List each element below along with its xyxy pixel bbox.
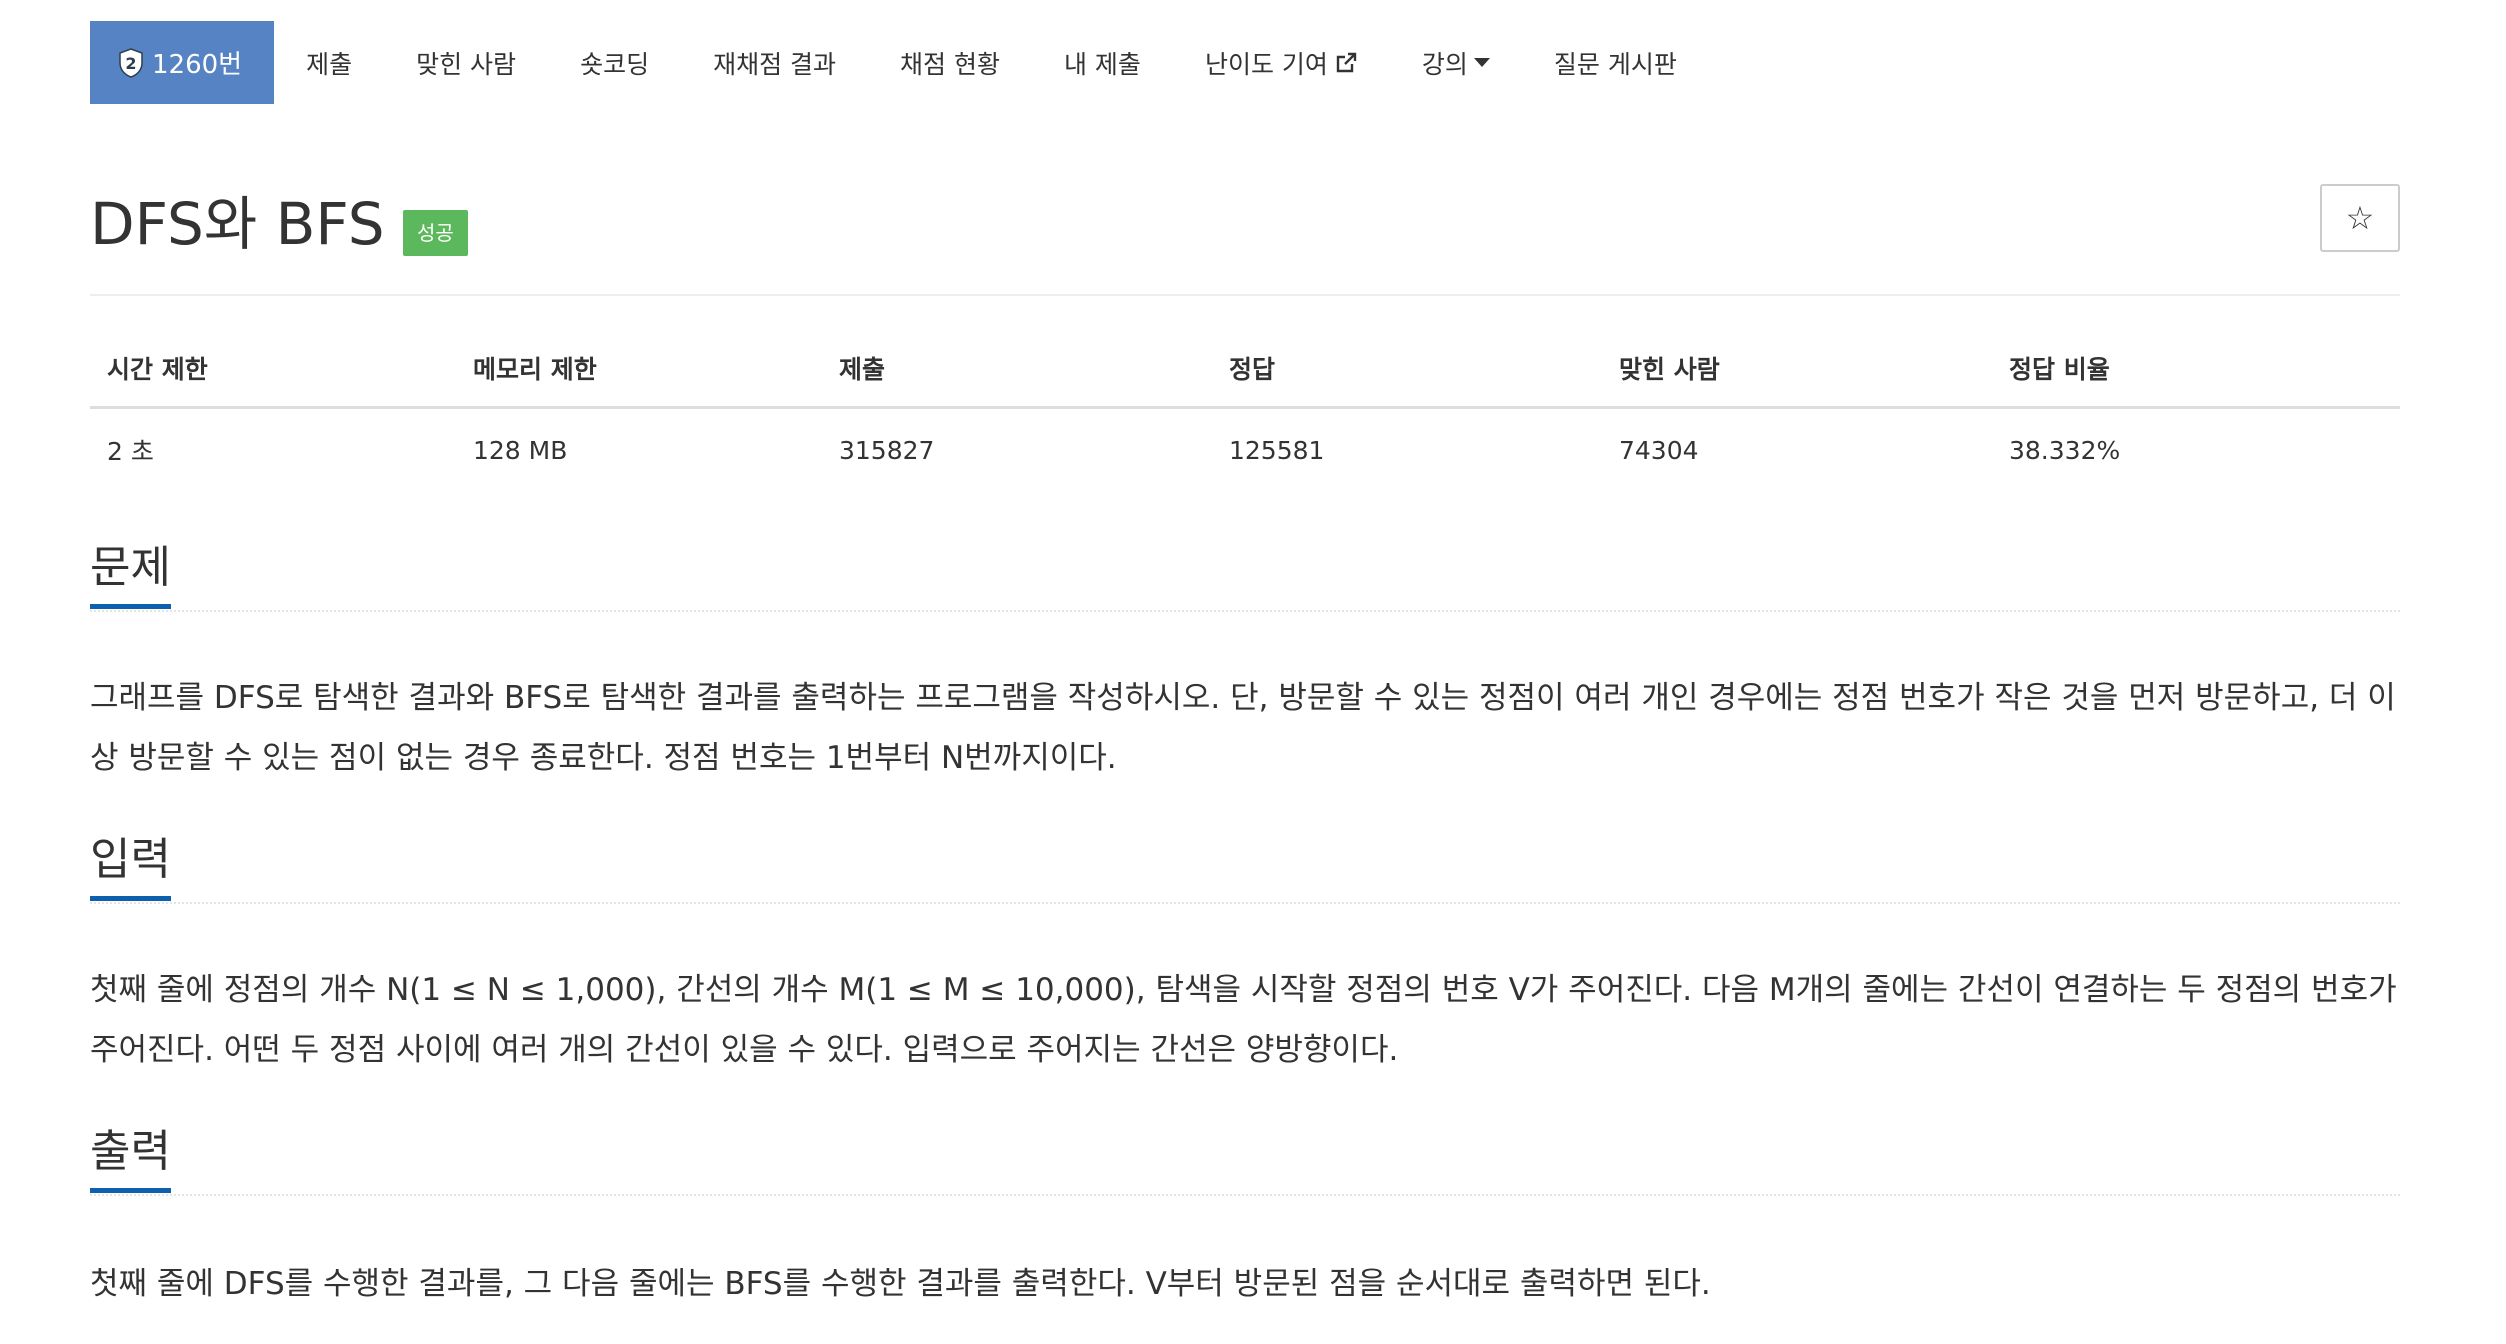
tab-submit[interactable]: 제출 [274,21,384,104]
value-memory-limit: 128 MB [473,435,568,465]
problem-menu: 2 1260번 제출 맞힌 사람 숏코딩 재채점 결과 채점 현황 내 제출 난… [90,21,2400,104]
tab-status[interactable]: 채점 현황 [868,21,1032,104]
page-title: DFS와 BFS [90,190,385,258]
problem-page: 2 1260번 제출 맞힌 사람 숏코딩 재채점 결과 채점 현황 내 제출 난… [0,0,2506,1344]
section-input-header: 입력 [90,830,2400,904]
tab-lecture-label: 강의 [1421,49,1468,79]
problem-info-table: 시간 제한 메모리 제한 제출 정답 맞힌 사람 정답 비율 2 초 128 M… [90,330,2400,491]
tab-short-coding-label: 숏코딩 [580,49,650,79]
value-accepted: 125581 [1229,435,1325,465]
table-row: 2 초 128 MB 315827 125581 74304 38.332% [90,408,2400,492]
header-accepted: 정답 [1212,330,1602,409]
section-output-title: 출력 [90,1122,171,1193]
tab-short-coding[interactable]: 숏코딩 [548,21,681,104]
section-problem-header: 문제 [90,538,2400,612]
tier-digit: 2 [125,54,136,73]
tab-solved-users[interactable]: 맞힌 사람 [384,21,548,104]
section-problem-title: 문제 [90,538,171,609]
problem-number: 1260번 [152,50,243,80]
problem-header: DFS와 BFS 성공 ☆ [90,184,2400,296]
table-header-row: 시간 제한 메모리 제한 제출 정답 맞힌 사람 정답 비율 [90,330,2400,409]
tab-rejudge[interactable]: 재채점 결과 [681,21,868,104]
star-icon: ☆ [2345,199,2375,237]
tab-my-submissions-label: 내 제출 [1063,49,1141,79]
status-badge: 성공 [403,210,468,256]
favorite-star-button[interactable]: ☆ [2320,184,2400,252]
value-time-limit: 2 초 [107,437,154,466]
tab-problem[interactable]: 2 1260번 [90,21,275,104]
header-time-limit: 시간 제한 [90,330,456,409]
value-solved-users: 74304 [1619,435,1699,465]
caret-down-icon [1473,58,1490,67]
tab-question-board[interactable]: 질문 게시판 [1522,21,1709,104]
tab-difficulty-label: 난이도 기여 [1204,49,1328,79]
header-solved-users: 맞힌 사람 [1602,330,1992,409]
external-link-icon [1336,52,1357,72]
header-submissions: 제출 [822,330,1212,409]
tab-question-board-label: 질문 게시판 [1553,49,1677,79]
header-accept-ratio: 정답 비율 [1992,330,2400,409]
section-problem-text: 그래프를 DFS로 탐색한 결과와 BFS로 탐색한 결과를 출력하는 프로그램… [90,680,2396,776]
tab-lecture-dropdown[interactable]: 강의 [1390,21,1522,104]
tab-solved-users-label: 맞힌 사람 [416,49,517,79]
value-accept-ratio: 38.332% [2009,435,2121,465]
problem-info: 시간 제한 메모리 제한 제출 정답 맞힌 사람 정답 비율 2 초 128 M… [90,330,2400,491]
tab-my-submissions[interactable]: 내 제출 [1032,21,1173,104]
section-input-title: 입력 [90,830,171,901]
section-output-header: 출력 [90,1122,2400,1196]
section-input-text: 첫째 줄에 정점의 개수 N(1 ≤ N ≤ 1,000), 간선의 개수 M(… [90,972,2397,1068]
section-output-text: 첫째 줄에 DFS를 수행한 결과를, 그 다음 줄에는 BFS를 수행한 결과… [90,1266,1711,1302]
tab-difficulty[interactable]: 난이도 기여 [1173,21,1390,104]
tab-rejudge-label: 재채점 결과 [713,49,837,79]
tier-shield-icon: 2 [119,47,143,78]
value-submissions: 315827 [839,435,935,465]
tab-submit-label: 제출 [306,49,353,79]
tab-status-label: 채점 현황 [900,49,1000,79]
header-memory-limit: 메모리 제한 [456,330,822,409]
